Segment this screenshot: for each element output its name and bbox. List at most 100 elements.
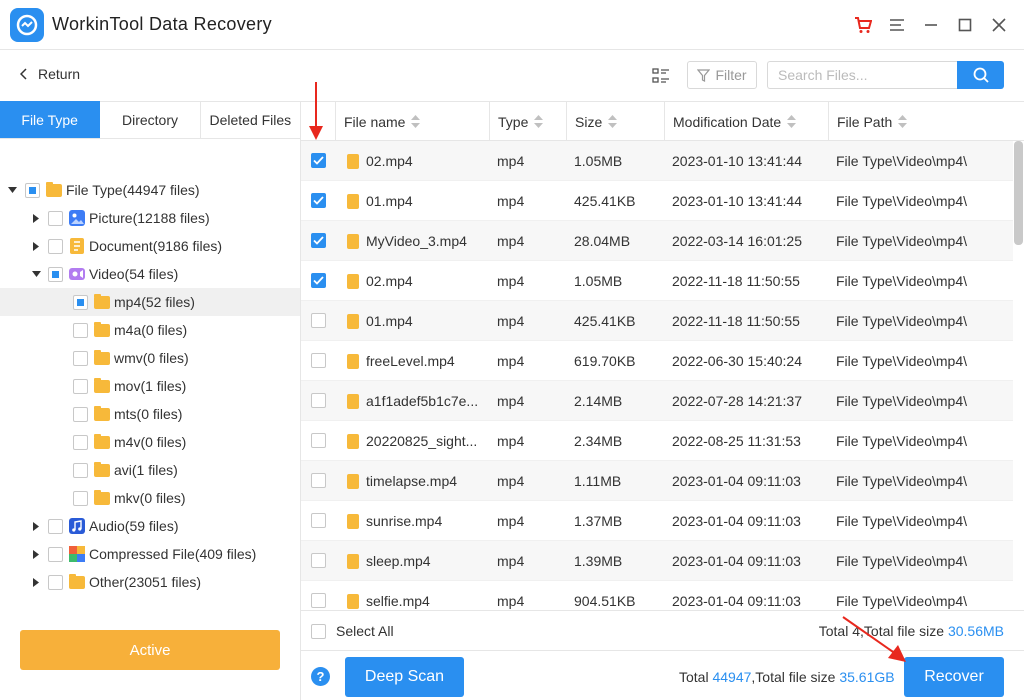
tree-node-mkv[interactable]: mkv(0 files) xyxy=(0,484,300,512)
tree-checkbox[interactable] xyxy=(73,350,88,366)
table-row[interactable]: timelapse.mp4 mp4 1.11MB 2023-01-04 09:11:0… xyxy=(301,461,1013,501)
tree-node-mts[interactable]: mts(0 files) xyxy=(0,400,300,428)
expanded-arrow-icon[interactable] xyxy=(7,185,17,195)
tree-checkbox[interactable] xyxy=(48,238,63,254)
row-checkbox[interactable] xyxy=(311,313,326,328)
row-checkbox[interactable] xyxy=(311,153,326,168)
sort-icon xyxy=(608,115,618,128)
table-row[interactable]: sleep.mp4 mp4 1.39MB 2023-01-04 09:11:03 Fil… xyxy=(301,541,1013,581)
return-button[interactable]: Return xyxy=(20,66,80,82)
bottom-bar: ? Deep Scan Total 44947,Total file size … xyxy=(301,650,1024,700)
help-icon[interactable]: ? xyxy=(311,667,330,686)
tree-checkbox[interactable] xyxy=(48,546,63,562)
view-toggle-icon[interactable] xyxy=(648,63,674,89)
tree-node-other[interactable]: Other(23051 files) xyxy=(0,568,300,596)
minimize-icon[interactable] xyxy=(914,8,948,42)
file-path: File Type\Video\mp4\ xyxy=(836,232,968,249)
tree-node-avi[interactable]: avi(1 files) xyxy=(0,456,300,484)
row-checkbox[interactable] xyxy=(311,473,326,488)
collapsed-arrow-icon[interactable] xyxy=(31,241,41,251)
tree-checkbox[interactable] xyxy=(48,266,63,282)
tree-node-compressed[interactable]: Compressed File(409 files) xyxy=(0,540,300,568)
tree-checkbox[interactable] xyxy=(48,210,63,226)
table-row[interactable]: sunrise.mp4 mp4 1.37MB 2023-01-04 09:11:03 F… xyxy=(301,501,1013,541)
menu-icon[interactable] xyxy=(880,8,914,42)
file-type: mp4 xyxy=(497,232,525,249)
tree-checkbox[interactable] xyxy=(25,182,40,198)
file-type: mp4 xyxy=(497,592,525,609)
tree-checkbox[interactable] xyxy=(73,462,88,478)
column-file-name[interactable]: File name xyxy=(335,102,489,141)
column-file-path[interactable]: File Path xyxy=(828,102,1024,141)
tree-node-video[interactable]: Video(54 files) xyxy=(0,260,300,288)
file-path: File Type\Video\mp4\ xyxy=(836,512,968,529)
table-row[interactable]: 01.mp4 mp4 425.41KB 2022-11-18 11:50:55 File… xyxy=(301,301,1013,341)
row-checkbox[interactable] xyxy=(311,433,326,448)
maximize-icon[interactable] xyxy=(948,8,982,42)
app-title: WorkinTool Data Recovery xyxy=(52,14,272,34)
table-row[interactable]: 02.mp4 mp4 1.05MB 2022-11-18 11:50:55 File T… xyxy=(301,261,1013,301)
tab-deleted-files[interactable]: Deleted Files xyxy=(200,101,300,138)
column-modification-date[interactable]: Modification Date xyxy=(664,102,828,141)
table-row[interactable]: a1f1adef5b1c7e... mp4 2.14MB 2022-07-28 14:… xyxy=(301,381,1013,421)
table-row[interactable]: selfie.mp4 mp4 904.51KB 2023-01-04 09:11:03… xyxy=(301,581,1013,610)
total-prefix: Total xyxy=(679,669,713,685)
row-checkbox[interactable] xyxy=(311,233,326,248)
tree-node-m4a[interactable]: m4a(0 files) xyxy=(0,316,300,344)
file-size: 425.41KB xyxy=(574,312,636,329)
cart-icon[interactable] xyxy=(846,8,880,42)
tree-node-root[interactable]: File Type(44947 files) xyxy=(0,176,300,204)
tree-checkbox[interactable] xyxy=(73,490,88,506)
collapsed-arrow-icon[interactable] xyxy=(31,577,41,587)
file-type: mp4 xyxy=(497,392,525,409)
recover-button[interactable]: Recover xyxy=(904,657,1004,697)
search-input[interactable] xyxy=(767,61,957,89)
tree-node-document[interactable]: Document(9186 files) xyxy=(0,232,300,260)
table-row[interactable]: 02.mp4 mp4 1.05MB 2023-01-10 13:41:44 File T… xyxy=(301,141,1013,181)
tree-checkbox[interactable] xyxy=(73,434,88,450)
tree-node-wmv[interactable]: wmv(0 files) xyxy=(0,344,300,372)
row-checkbox[interactable] xyxy=(311,393,326,408)
row-checkbox[interactable] xyxy=(311,513,326,528)
filter-button[interactable]: Filter xyxy=(687,61,757,89)
tree-node-audio[interactable]: Audio(59 files) xyxy=(0,512,300,540)
row-checkbox[interactable] xyxy=(311,273,326,288)
collapsed-arrow-icon[interactable] xyxy=(31,521,41,531)
table-row[interactable]: 20220825_sight... mp4 2.34MB 2022-08-25 11:… xyxy=(301,421,1013,461)
collapsed-arrow-icon[interactable] xyxy=(31,213,41,223)
expanded-arrow-icon[interactable] xyxy=(31,269,41,279)
tab-directory[interactable]: Directory xyxy=(100,101,201,138)
row-checkbox[interactable] xyxy=(311,593,326,608)
file-name: 02.mp4 xyxy=(366,272,413,289)
tree-node-picture[interactable]: Picture(12188 files) xyxy=(0,204,300,232)
row-checkbox[interactable] xyxy=(311,193,326,208)
table-row[interactable]: MyVideo_3.mp4 mp4 28.04MB 2022-03-14 16:01:… xyxy=(301,221,1013,261)
tree-node-mov[interactable]: mov(1 files) xyxy=(0,372,300,400)
tree-checkbox[interactable] xyxy=(73,322,88,338)
column-type[interactable]: Type xyxy=(489,102,566,141)
row-checkbox[interactable] xyxy=(311,553,326,568)
tree-checkbox[interactable] xyxy=(48,574,63,590)
active-button[interactable]: Active xyxy=(20,630,280,670)
tree-checkbox[interactable] xyxy=(48,518,63,534)
select-all-checkbox[interactable]: Select All xyxy=(311,623,394,639)
close-icon[interactable] xyxy=(982,8,1016,42)
checkbox[interactable] xyxy=(311,623,326,639)
tree-checkbox[interactable] xyxy=(73,294,88,310)
tree-checkbox[interactable] xyxy=(73,378,88,394)
tree-checkbox[interactable] xyxy=(73,406,88,422)
tree-node-mp4[interactable]: mp4(52 files) xyxy=(0,288,300,316)
deep-scan-button[interactable]: Deep Scan xyxy=(345,657,464,697)
file-date: 2022-06-30 15:40:24 xyxy=(672,352,802,369)
tab-file-type[interactable]: File Type xyxy=(0,101,101,138)
table-row[interactable]: 01.mp4 mp4 425.41KB 2023-01-10 13:41:44 File… xyxy=(301,181,1013,221)
search-button[interactable] xyxy=(957,61,1004,89)
row-checkbox[interactable] xyxy=(311,353,326,368)
scrollbar-thumb[interactable] xyxy=(1014,141,1023,245)
tree-node-m4v[interactable]: m4v(0 files) xyxy=(0,428,300,456)
tree-label: wmv(0 files) xyxy=(114,350,189,366)
collapsed-arrow-icon[interactable] xyxy=(31,549,41,559)
column-size[interactable]: Size xyxy=(566,102,664,141)
table-row[interactable]: freeLevel.mp4 mp4 619.70KB 2022-06-30 15:40… xyxy=(301,341,1013,381)
file-type: mp4 xyxy=(497,432,525,449)
